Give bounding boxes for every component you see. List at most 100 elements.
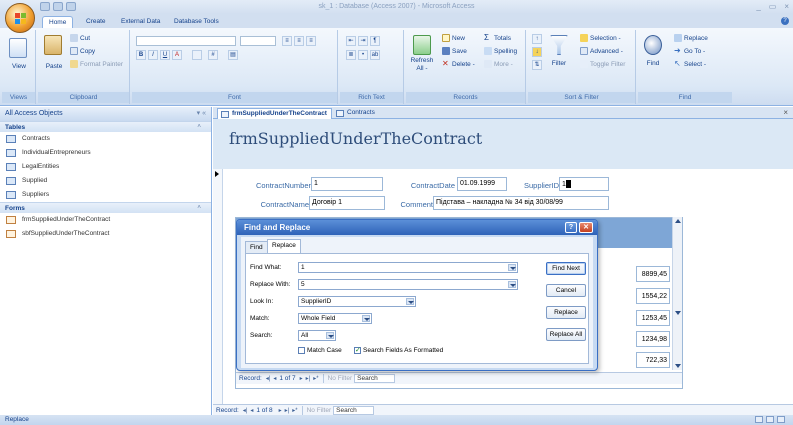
no-filter-indicator[interactable]: No Filter bbox=[328, 375, 353, 382]
fill-color-icon[interactable] bbox=[192, 50, 202, 60]
help-icon[interactable]: ? bbox=[781, 17, 789, 25]
refresh-icon[interactable] bbox=[413, 35, 431, 55]
doc-tab-contracts[interactable]: Contracts bbox=[333, 108, 379, 119]
dropdown-arrow-icon[interactable] bbox=[362, 315, 370, 322]
totals-button[interactable]: Σ Totals bbox=[484, 34, 511, 42]
decrease-indent-icon[interactable]: ⇤ bbox=[346, 36, 356, 46]
scroll-down-icon[interactable] bbox=[675, 311, 681, 315]
record-position[interactable]: 1 of 7 bbox=[279, 375, 295, 382]
advanced-button[interactable]: Advanced - bbox=[580, 47, 623, 55]
form-scrollbar[interactable] bbox=[672, 217, 682, 317]
nav-item-sbf-supplied[interactable]: sbfSuppliedUnderTheContract bbox=[0, 227, 211, 241]
previous-record-icon[interactable]: ◂ bbox=[273, 375, 276, 382]
dropdown-arrow-icon[interactable] bbox=[326, 332, 334, 339]
view-icon[interactable] bbox=[9, 38, 27, 58]
contract-name-field[interactable]: Договір 1 bbox=[309, 196, 385, 210]
nav-item-legal-entities[interactable]: LegalEntities bbox=[0, 160, 211, 174]
toggle-filter-button[interactable]: Toggle Filter bbox=[580, 60, 625, 68]
amount-cell[interactable]: 722,33 bbox=[636, 352, 670, 368]
increase-indent-icon[interactable]: ⇥ bbox=[358, 36, 368, 46]
dialog-title-bar[interactable]: Find and Replace ? ✕ bbox=[237, 220, 597, 235]
search-box[interactable]: Search bbox=[354, 374, 395, 383]
nav-item-suppliers[interactable]: Suppliers bbox=[0, 188, 211, 202]
save-record-button[interactable]: Save bbox=[442, 47, 467, 55]
find-what-combo[interactable]: 1 bbox=[298, 262, 518, 273]
scroll-down-icon[interactable] bbox=[675, 364, 681, 368]
minimize-button[interactable]: _ bbox=[756, 2, 760, 11]
cancel-button[interactable]: Cancel bbox=[546, 284, 586, 297]
bullets-icon[interactable]: • bbox=[358, 50, 368, 60]
office-button[interactable] bbox=[5, 3, 35, 33]
amount-cell[interactable]: 8899,45 bbox=[636, 266, 670, 282]
look-in-select[interactable]: SupplierID bbox=[298, 296, 416, 307]
previous-record-icon[interactable]: ◂ bbox=[250, 407, 253, 414]
gridlines-icon[interactable]: # bbox=[208, 50, 218, 60]
replace-all-button[interactable]: Replace All bbox=[546, 328, 586, 341]
tab-find[interactable]: Find bbox=[245, 241, 268, 253]
record-selector[interactable] bbox=[213, 169, 223, 405]
contract-number-field[interactable]: 1 bbox=[311, 177, 383, 191]
checkbox-box-checked[interactable] bbox=[354, 346, 361, 354]
italic-icon[interactable]: I bbox=[148, 50, 158, 60]
paste-icon[interactable] bbox=[44, 35, 62, 55]
search-formatted-checkbox[interactable]: Search Fields As Formatted bbox=[354, 346, 443, 354]
amount-cell[interactable]: 1253,45 bbox=[636, 310, 670, 326]
scroll-up-icon[interactable] bbox=[675, 219, 681, 223]
delete-record-button[interactable]: ✕ Delete - bbox=[442, 60, 475, 68]
help-icon[interactable]: ? bbox=[565, 222, 577, 233]
more-button[interactable]: More - bbox=[484, 60, 513, 68]
match-case-checkbox[interactable]: Match Case bbox=[298, 347, 342, 354]
cut-button[interactable]: Cut bbox=[70, 34, 90, 42]
new-record-nav-icon[interactable]: ▸* bbox=[292, 407, 297, 414]
amount-cell[interactable]: 1554,22 bbox=[636, 288, 670, 304]
dropdown-arrow-icon[interactable] bbox=[508, 281, 516, 288]
text-direction-icon[interactable]: ¶ bbox=[370, 36, 380, 46]
dropdown-arrow-icon[interactable] bbox=[406, 298, 414, 305]
new-record-nav-icon[interactable]: ▸* bbox=[313, 375, 318, 382]
nav-item-contracts[interactable]: Contracts bbox=[0, 132, 211, 146]
spelling-button[interactable]: Spelling bbox=[484, 47, 517, 55]
doc-tab-frm-supplied[interactable]: frmSuppliedUnderTheContract bbox=[217, 108, 332, 119]
first-record-icon[interactable]: ◂| bbox=[243, 407, 248, 414]
align-center-icon[interactable]: ≡ bbox=[294, 36, 304, 46]
clear-sort-icon[interactable]: ⇅ bbox=[532, 60, 542, 70]
select-button[interactable]: ↖ Select - bbox=[674, 60, 706, 68]
next-record-icon[interactable]: ▸ bbox=[279, 407, 282, 414]
find-next-button[interactable]: Find Next bbox=[546, 262, 586, 275]
dropdown-arrow-icon[interactable] bbox=[508, 264, 516, 271]
nav-collapse-icon[interactable]: ▾ « bbox=[197, 109, 206, 117]
filter-icon[interactable] bbox=[550, 35, 568, 55]
tab-home[interactable]: Home bbox=[42, 16, 74, 28]
copy-button[interactable]: Copy bbox=[70, 47, 95, 55]
supplier-id-field[interactable]: 1 bbox=[559, 177, 609, 191]
comment-field[interactable]: Підстава – накладна № 34 від 30/08/99 bbox=[433, 196, 609, 210]
font-size-combo[interactable] bbox=[240, 36, 276, 46]
last-record-icon[interactable]: ▸| bbox=[306, 375, 311, 382]
nav-section-tables[interactable]: Tables ˄ bbox=[0, 121, 211, 132]
last-record-icon[interactable]: ▸| bbox=[285, 407, 290, 414]
sort-descending-icon[interactable]: ↓ bbox=[532, 47, 542, 57]
nav-item-supplied[interactable]: Supplied bbox=[0, 174, 211, 188]
font-name-combo[interactable] bbox=[136, 36, 236, 46]
close-window-button[interactable]: × bbox=[784, 2, 789, 11]
tab-replace[interactable]: Replace bbox=[267, 239, 301, 253]
view-button[interactable]: View bbox=[2, 63, 36, 70]
go-to-button[interactable]: ➜ Go To - bbox=[674, 47, 705, 55]
new-record-button[interactable]: New bbox=[442, 34, 465, 42]
search-box[interactable]: Search bbox=[333, 406, 374, 415]
replace-dialog-button[interactable]: Replace bbox=[546, 306, 586, 319]
next-record-icon[interactable]: ▸ bbox=[300, 375, 303, 382]
replace-button[interactable]: Replace bbox=[674, 34, 708, 42]
nav-header[interactable]: All Access Objects ▾ « bbox=[0, 107, 211, 121]
sort-ascending-icon[interactable]: ↑ bbox=[532, 34, 542, 44]
contract-date-field[interactable]: 01.09.1999 bbox=[457, 177, 507, 191]
nav-section-forms[interactable]: Forms ˄ bbox=[0, 202, 211, 213]
datasheet-view-icon[interactable] bbox=[766, 416, 774, 423]
replace-with-combo[interactable]: 5 bbox=[298, 279, 518, 290]
record-position[interactable]: 1 of 8 bbox=[256, 407, 272, 414]
form-view-icon[interactable] bbox=[755, 416, 763, 423]
search-direction-select[interactable]: All bbox=[298, 330, 336, 341]
bold-icon[interactable]: B bbox=[136, 50, 146, 60]
no-filter-indicator[interactable]: No Filter bbox=[307, 407, 332, 414]
paste-button[interactable]: Paste bbox=[40, 63, 68, 70]
